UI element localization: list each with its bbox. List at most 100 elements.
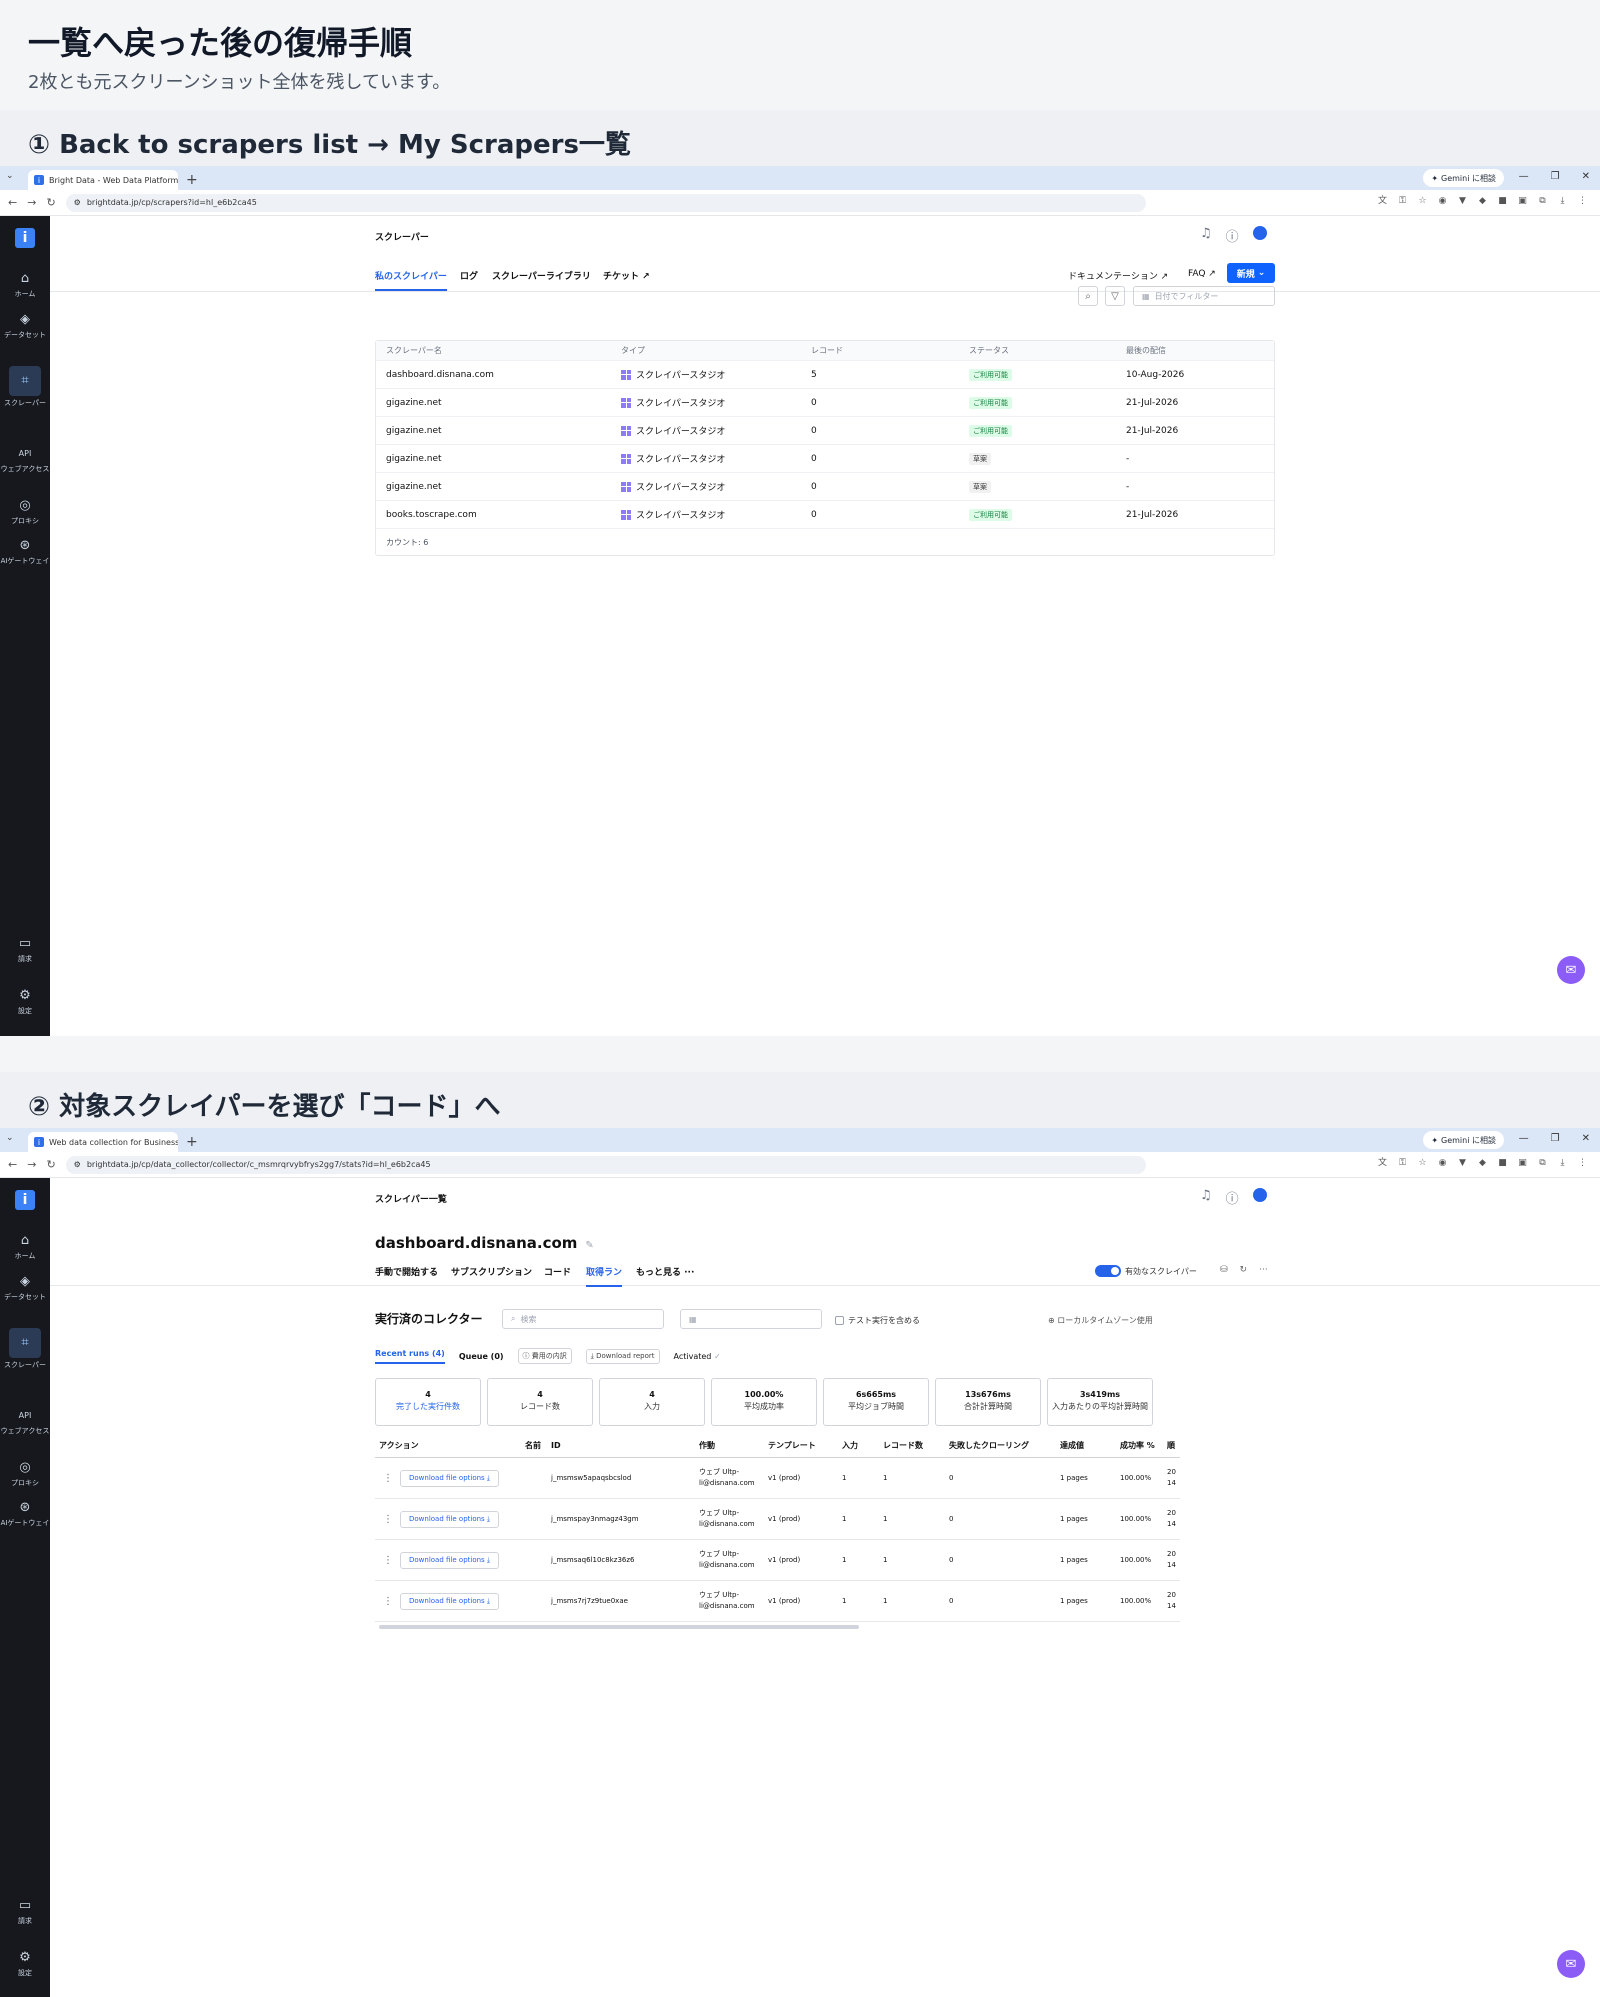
tab-list-icon[interactable]: ⌄ bbox=[6, 171, 14, 181]
brand-logo[interactable]: i bbox=[15, 228, 35, 248]
tab-list-icon[interactable]: ⌄ bbox=[6, 1133, 14, 1143]
extension-icon[interactable]: ▣ bbox=[1517, 196, 1528, 207]
site-info-icon[interactable]: ⚙ bbox=[74, 1160, 81, 1169]
browser-tab[interactable]: i Bright Data - Web Data Platform ✕ bbox=[28, 170, 178, 190]
download-file-options-button[interactable]: Download file options ⤓ bbox=[400, 1510, 500, 1528]
key-icon[interactable]: ⚿ bbox=[1397, 196, 1408, 207]
forward-icon[interactable]: → bbox=[27, 1158, 36, 1171]
tab-manual-start[interactable]: 手動で開始する bbox=[375, 1265, 438, 1278]
run-id-cell[interactable]: j_msmsaq6l10c8kz36z6 bbox=[551, 1540, 634, 1580]
extension-icon[interactable]: ◆ bbox=[1477, 196, 1488, 207]
date-filter-input[interactable]: ▦ 日付でフィルター bbox=[1133, 286, 1275, 306]
search-input[interactable]: ⌕ 検索 bbox=[502, 1309, 664, 1329]
run-id-cell[interactable]: j_msmspay3nmagz43gm bbox=[551, 1499, 639, 1539]
back-icon[interactable]: ← bbox=[8, 1158, 17, 1171]
translate-icon[interactable]: 文 bbox=[1377, 196, 1388, 207]
sidebar-item-billing[interactable]: ▭ 請求 bbox=[0, 936, 50, 963]
more-icon[interactable]: ··· bbox=[1259, 1265, 1268, 1275]
url-field[interactable]: ⚙ brightdata.jp/cp/data_collector/collect… bbox=[65, 1155, 1146, 1174]
run-id-cell[interactable]: j_msmsw5apaqsbcslod bbox=[551, 1458, 631, 1498]
forward-icon[interactable]: → bbox=[27, 196, 36, 209]
sidebar-item-ai-gateway[interactable]: ⊛ AIゲートウェイ bbox=[0, 1500, 50, 1527]
extension-icon[interactable]: ▼ bbox=[1457, 1158, 1468, 1169]
back-icon[interactable]: ← bbox=[8, 196, 17, 209]
download-icon[interactable]: ⤓ bbox=[1557, 196, 1568, 207]
row-menu-icon[interactable]: ⋮ bbox=[383, 1581, 393, 1621]
download-file-options-button[interactable]: Download file options ⤓ bbox=[400, 1592, 500, 1610]
download-file-options-button[interactable]: Download file options ⤓ bbox=[400, 1551, 500, 1569]
scraper-name-cell[interactable]: gigazine.net bbox=[386, 389, 442, 416]
sidebar-item-settings[interactable]: ⚙ 設定 bbox=[0, 1950, 50, 1977]
extension-icon[interactable]: ▼ bbox=[1457, 196, 1468, 207]
star-icon[interactable]: ☆ bbox=[1417, 1158, 1428, 1169]
table-row[interactable]: gigazine.net スクレイパースタジオ 0 ご利用可能 21-Jul-2026 bbox=[376, 389, 1274, 417]
extension-icon[interactable]: ▣ bbox=[1517, 1158, 1528, 1169]
sidebar-item-proxy[interactable]: ◎ プロキシ bbox=[0, 498, 50, 525]
sidebar-item-home[interactable]: ⌂ ホーム bbox=[0, 271, 50, 298]
sidebar-item-billing[interactable]: ▭ 請求 bbox=[0, 1898, 50, 1925]
sidebar-item-scrapers[interactable]: ⌗ スクレーパー bbox=[0, 366, 50, 407]
minimize-icon[interactable]: — bbox=[1519, 171, 1529, 182]
close-window-icon[interactable]: ✕ bbox=[1582, 1133, 1590, 1144]
help-icon[interactable]: ⓘ bbox=[1226, 226, 1239, 245]
scraper-name-cell[interactable]: gigazine.net bbox=[386, 445, 442, 472]
include-test-runs-checkbox[interactable]: テスト実行を含める bbox=[835, 1315, 920, 1326]
extension-icon[interactable]: ◉ bbox=[1437, 1158, 1448, 1169]
site-info-icon[interactable]: ⚙ bbox=[74, 198, 81, 207]
tab-scraper-library[interactable]: スクレーパーライブラリ bbox=[492, 269, 591, 282]
minimize-icon[interactable]: — bbox=[1519, 1133, 1529, 1144]
download-icon[interactable]: ⤓ bbox=[1557, 1158, 1568, 1169]
tab-runs[interactable]: 取得ラン bbox=[586, 1265, 623, 1287]
sidebar-item-proxy[interactable]: ◎ プロキシ bbox=[0, 1460, 50, 1487]
row-menu-icon[interactable]: ⋮ bbox=[383, 1499, 393, 1539]
edit-icon[interactable]: ✎ bbox=[585, 1240, 593, 1251]
extension-icon[interactable]: ◆ bbox=[1477, 1158, 1488, 1169]
menu-icon[interactable]: ⋮ bbox=[1577, 196, 1588, 207]
scrollbar-thumb[interactable] bbox=[379, 1625, 859, 1629]
filter-icon[interactable]: ▽ bbox=[1105, 286, 1125, 306]
scraper-name-cell[interactable]: dashboard.disnana.com bbox=[386, 361, 494, 388]
puzzle-icon[interactable]: ⧉ bbox=[1537, 1158, 1548, 1169]
download-file-options-button[interactable]: Download file options ⤓ bbox=[400, 1469, 500, 1487]
extension-icon[interactable]: ■ bbox=[1497, 1158, 1508, 1169]
header-title[interactable]: スクレイパー一覧 bbox=[375, 1192, 447, 1205]
extension-icon[interactable]: ■ bbox=[1497, 196, 1508, 207]
tab-subscription[interactable]: サブスクリプション bbox=[451, 1265, 532, 1278]
sidebar-item-web-access[interactable]: API ウェブアクセス bbox=[0, 446, 50, 473]
help-icon[interactable]: ⓘ bbox=[1226, 1188, 1239, 1207]
close-window-icon[interactable]: ✕ bbox=[1582, 171, 1590, 182]
row-menu-icon[interactable]: ⋮ bbox=[383, 1540, 393, 1580]
reload-icon[interactable]: ↻ bbox=[46, 1158, 55, 1171]
reload-icon[interactable]: ↻ bbox=[46, 196, 55, 209]
gemini-button[interactable]: ✦ Gemini に相談 bbox=[1423, 169, 1504, 187]
new-tab-icon[interactable]: + bbox=[186, 172, 198, 188]
user-icon[interactable] bbox=[1252, 226, 1267, 240]
run-id-cell[interactable]: j_msms7rj7z9tue0xae bbox=[551, 1581, 628, 1621]
key-icon[interactable]: ⚿ bbox=[1397, 1158, 1408, 1169]
table-row[interactable]: gigazine.net スクレイパースタジオ 0 草案 - bbox=[376, 473, 1274, 501]
bell-icon[interactable]: ♫ bbox=[1200, 226, 1212, 245]
checkbox[interactable] bbox=[835, 1316, 844, 1325]
active-scraper-toggle[interactable]: 有効なスクレイパー bbox=[1095, 1265, 1197, 1277]
table-row[interactable]: gigazine.net スクレイパースタジオ 0 ご利用可能 21-Jul-2026 bbox=[376, 417, 1274, 445]
cost-breakdown-button[interactable]: ⓘ 費用の内訳 bbox=[517, 1348, 572, 1364]
tab-tickets[interactable]: チケット ↗ bbox=[603, 269, 650, 282]
sidebar-item-home[interactable]: ⌂ ホーム bbox=[0, 1233, 50, 1260]
restore-icon[interactable]: ❐ bbox=[1551, 171, 1560, 182]
sidebar-item-datasets[interactable]: ◈ データセット bbox=[0, 312, 50, 339]
scraper-name-cell[interactable]: gigazine.net bbox=[386, 473, 442, 500]
brand-logo[interactable]: i bbox=[15, 1190, 35, 1210]
sidebar-item-datasets[interactable]: ◈ データセット bbox=[0, 1274, 50, 1301]
download-report-button[interactable]: ⤓ Download report bbox=[585, 1348, 660, 1364]
sidebar-item-web-access[interactable]: API ウェブアクセス bbox=[0, 1408, 50, 1435]
new-scraper-button[interactable]: 新規 ⌄ bbox=[1227, 263, 1275, 283]
stat-card[interactable]: 4 完了した実行件数 bbox=[375, 1378, 481, 1426]
tab-code[interactable]: コード bbox=[544, 1265, 571, 1278]
row-menu-icon[interactable]: ⋮ bbox=[383, 1458, 393, 1498]
horizontal-scrollbar[interactable] bbox=[375, 1624, 1180, 1630]
user-icon[interactable] bbox=[1252, 1188, 1267, 1202]
translate-icon[interactable]: 文 bbox=[1377, 1158, 1388, 1169]
local-timezone-toggle[interactable]: ⊕ ローカルタイムゾーン使用 bbox=[1048, 1315, 1153, 1326]
table-row[interactable]: books.toscrape.com スクレイパースタジオ 0 ご利用可能 21-Jul… bbox=[376, 501, 1274, 529]
puzzle-icon[interactable]: ⧉ bbox=[1537, 196, 1548, 207]
